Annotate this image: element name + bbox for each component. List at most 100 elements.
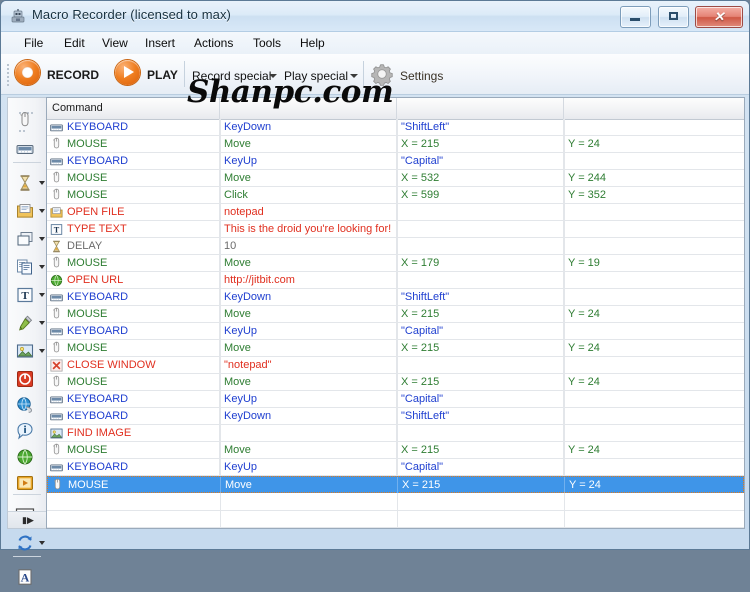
menu-actions[interactable]: Actions [189, 35, 238, 51]
delay-tool-chevron-down-icon[interactable] [39, 181, 45, 185]
cell-0: MOUSE [47, 187, 220, 203]
cell-2: "Capital" [397, 391, 564, 407]
sidebar-item-delay-tool[interactable] [8, 170, 47, 196]
sidebar-item-clipboard-tool[interactable] [8, 254, 47, 280]
table-row-empty[interactable] [47, 527, 744, 529]
sidebar-item-font-tool[interactable]: A [8, 564, 47, 590]
table-row[interactable]: MOUSEMoveX = 532Y = 244 [47, 170, 744, 187]
table-row-empty[interactable] [47, 510, 744, 528]
close-icon: ✕ [696, 7, 742, 27]
maximize-button[interactable] [658, 6, 689, 28]
cell-2: X = 215 [397, 442, 564, 458]
cell-1: Move [220, 136, 397, 152]
table-row-empty[interactable] [47, 493, 744, 511]
table-row[interactable]: KEYBOARDKeyDown"ShiftLeft" [47, 289, 744, 306]
close-button[interactable]: ✕ [695, 6, 743, 28]
sidebar-item-type-text-tool[interactable]: T [8, 282, 47, 308]
menu-edit[interactable]: Edit [59, 35, 90, 51]
table-row[interactable]: KEYBOARDKeyUp"Capital" [47, 391, 744, 408]
sidebar-item-loop-tool[interactable] [8, 530, 47, 556]
cell-0: MOUSE [47, 170, 220, 186]
settings-button[interactable]: Settings [400, 69, 443, 83]
loop-tool-chevron-down-icon[interactable] [39, 541, 45, 545]
table-row[interactable]: MOUSEClickX = 599Y = 352 [47, 187, 744, 204]
table-row[interactable]: FIND IMAGE [47, 425, 744, 442]
toolbar-grip[interactable] [7, 62, 11, 86]
menu-help[interactable]: Help [295, 35, 330, 51]
cell-divider [397, 493, 398, 509]
table-row[interactable]: OPEN URLhttp://jitbit.com [47, 272, 744, 289]
cell-0: KEYBOARD [47, 289, 220, 305]
table-row[interactable]: KEYBOARDKeyUp"Capital" [47, 323, 744, 340]
cell-2 [397, 272, 564, 288]
eyedropper-icon [15, 313, 35, 333]
table-row[interactable]: OPEN FILEnotepad [47, 204, 744, 221]
font-a-icon: A [15, 567, 35, 587]
power-icon [15, 369, 35, 389]
window-tool-chevron-down-icon[interactable] [39, 237, 45, 241]
cell-1: KeyDown [220, 119, 397, 135]
sidebar-expand-button[interactable]: ▮▶ [8, 511, 47, 528]
open-file-tool-chevron-down-icon[interactable] [39, 209, 45, 213]
record-label[interactable]: RECORD [47, 68, 99, 82]
table-row[interactable]: CLOSE WINDOW"notepad" [47, 357, 744, 374]
menu-view[interactable]: View [97, 35, 133, 51]
clipboard-tool-chevron-down-icon[interactable] [39, 265, 45, 269]
table-row[interactable]: MOUSEMoveX = 215Y = 24 [47, 340, 744, 357]
cell-2: X = 215 [397, 340, 564, 356]
cell-3 [564, 221, 745, 237]
sidebar-item-open-file-tool[interactable] [8, 198, 47, 224]
folder-icon [15, 201, 35, 221]
type-text-tool-chevron-down-icon[interactable] [39, 293, 45, 297]
cell-1: Click [220, 187, 397, 203]
menu-insert[interactable]: Insert [140, 35, 180, 51]
cell-2: X = 215 [397, 306, 564, 322]
cell-3 [564, 153, 745, 169]
play-label[interactable]: PLAY [147, 68, 178, 82]
table-row[interactable]: DELAY10 [47, 238, 744, 255]
sidebar-item-run-tool[interactable] [8, 470, 47, 496]
sidebar-item-shutdown-tool[interactable] [8, 366, 47, 392]
cell-2: "Capital" [397, 153, 564, 169]
table-row[interactable]: MOUSEMoveX = 215Y = 24 [47, 374, 744, 391]
table-row[interactable]: TTYPE TEXTThis is the droid you're looki… [47, 221, 744, 238]
cell-2: "Capital" [397, 459, 564, 475]
cell-0: MOUSE [47, 136, 220, 152]
table-row[interactable]: MOUSEMoveX = 215Y = 24 [47, 476, 744, 493]
sidebar-item-window-tool[interactable] [8, 226, 47, 252]
grid-header: Command [47, 98, 744, 120]
minimize-button[interactable] [620, 6, 651, 28]
table-row[interactable]: MOUSEMoveX = 215Y = 24 [47, 136, 744, 153]
cell-1: Move [220, 255, 397, 271]
play-button[interactable] [115, 60, 140, 85]
column-header-3[interactable] [397, 98, 564, 119]
color-picker-tool-chevron-down-icon[interactable] [39, 321, 45, 325]
menu-file[interactable]: File [19, 35, 48, 51]
sidebar-item-color-picker-tool[interactable] [8, 310, 47, 336]
sidebar-item-keyboard-tool[interactable] [8, 136, 47, 162]
table-row[interactable]: MOUSEMoveX = 215Y = 24 [47, 442, 744, 459]
cell-3: Y = 352 [564, 187, 745, 203]
column-header-4[interactable] [564, 98, 745, 119]
sidebar-item-find-image-tool[interactable] [8, 338, 47, 364]
sidebar-item-open-url-tool[interactable] [8, 444, 47, 470]
menu-tools[interactable]: Tools [248, 35, 286, 51]
table-row[interactable]: MOUSEMoveX = 179Y = 19 [47, 255, 744, 272]
sidebar-item-mouse-tool[interactable] [8, 108, 47, 134]
cell-0: KEYBOARD [47, 459, 220, 475]
table-row[interactable]: MOUSEMoveX = 215Y = 24 [47, 306, 744, 323]
find-image-tool-chevron-down-icon[interactable] [39, 349, 45, 353]
record-button[interactable] [15, 60, 40, 85]
table-row[interactable]: KEYBOARDKeyUp"Capital" [47, 459, 744, 476]
cell-1: KeyUp [220, 391, 397, 407]
table-row[interactable]: KEYBOARDKeyDown"ShiftLeft" [47, 408, 744, 425]
table-row[interactable]: KEYBOARDKeyDown"ShiftLeft" [47, 119, 744, 136]
cell-2: "ShiftLeft" [397, 119, 564, 135]
sidebar-item-info-tool[interactable] [8, 418, 47, 444]
toolbar-separator-1 [184, 61, 185, 87]
cell-1: KeyDown [220, 408, 397, 424]
sidebar-grip[interactable] [19, 101, 37, 105]
sidebar-item-network-tool[interactable] [8, 392, 47, 418]
cell-3: Y = 244 [564, 170, 745, 186]
table-row[interactable]: KEYBOARDKeyUp"Capital" [47, 153, 744, 170]
